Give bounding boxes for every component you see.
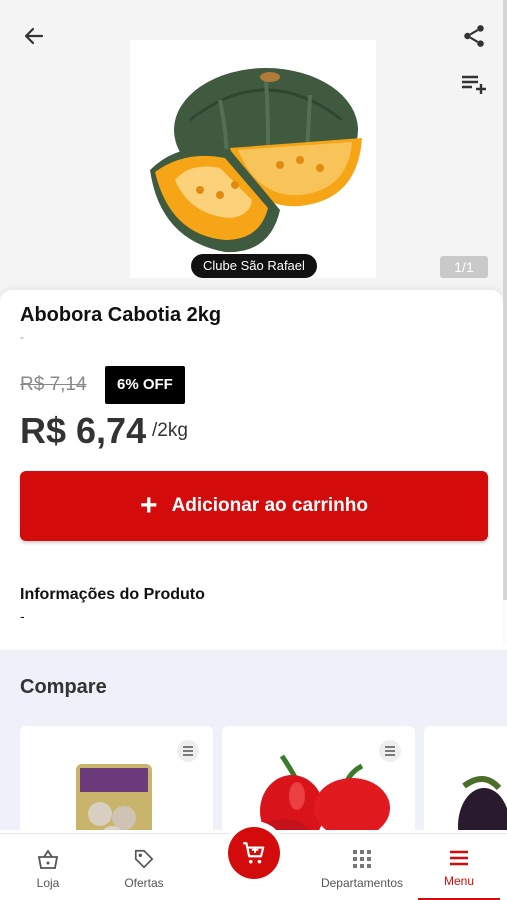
grid-icon: [353, 850, 371, 868]
share-icon: [464, 25, 484, 47]
add-to-list-button[interactable]: [458, 68, 490, 100]
playlist-add-icon: [462, 75, 486, 94]
arrow-left-icon: [24, 27, 44, 45]
old-price: R$ 7,14: [20, 374, 87, 395]
nav-label-departamentos: Departamentos: [320, 876, 404, 890]
club-badge: Clube São Rafael: [191, 254, 317, 278]
compare-card[interactable]: [424, 726, 507, 830]
hamburger-icon: [450, 850, 468, 866]
scrollbar[interactable]: [503, 0, 507, 600]
red-pepper-image: [258, 754, 390, 830]
product-name: Abobora Cabotia 2kg: [20, 304, 222, 326]
nav-item-menu[interactable]: Menu: [418, 834, 500, 900]
compare-section: Compare: [0, 650, 507, 830]
basket-icon: [37, 849, 59, 869]
cart-button[interactable]: [228, 827, 280, 879]
nav-item-loja[interactable]: Loja: [8, 834, 88, 900]
nav-item-ofertas[interactable]: Ofertas: [104, 834, 184, 900]
current-price: R$ 6,74: [20, 410, 147, 451]
nav-label-loja: Loja: [36, 876, 60, 890]
price-unit: /2kg: [152, 420, 188, 441]
compare-card[interactable]: [222, 726, 415, 830]
product-details: Abobora Cabotia 2kg - R$ 7,14 6% OFF R$ …: [0, 290, 503, 650]
product-info-value: -: [20, 608, 25, 624]
product-info-title: Informações do Produto: [20, 586, 205, 603]
cart-icon: [243, 842, 265, 864]
discount-badge: 6% OFF: [105, 366, 185, 404]
image-counter: 1/1: [440, 256, 488, 278]
compare-card[interactable]: [20, 726, 213, 830]
tag-icon: [134, 849, 154, 869]
nav-label-ofertas: Ofertas: [124, 876, 164, 890]
eggplant-image: [458, 776, 507, 830]
compare-title: Compare: [20, 676, 107, 698]
nav-label-menu: Menu: [443, 874, 475, 888]
garlic-package-image: [76, 764, 152, 830]
product-gallery: Clube São Rafael 1/1: [0, 0, 507, 300]
add-to-cart-button[interactable]: + Adicionar ao carrinho: [20, 471, 488, 541]
nav-item-departamentos[interactable]: Departamentos: [312, 834, 412, 900]
add-to-cart-label: Adicionar ao carrinho: [171, 495, 368, 516]
product-subtitle: -: [20, 330, 24, 344]
share-button[interactable]: [458, 20, 490, 52]
plus-icon: +: [140, 489, 158, 522]
back-button[interactable]: [18, 20, 50, 52]
product-image: [130, 40, 376, 278]
